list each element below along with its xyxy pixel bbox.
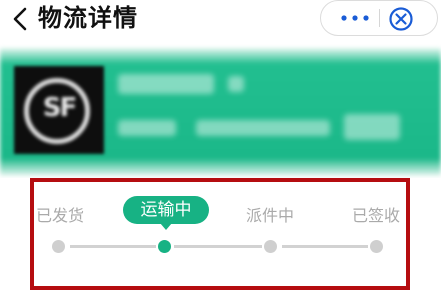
step-dot-in-transit (158, 240, 171, 253)
blurred-tracking-number (196, 120, 330, 136)
progress-line-segment (174, 245, 262, 248)
back-arrow-icon[interactable] (8, 6, 34, 32)
step-dot-out-for-delivery (264, 240, 277, 253)
shipping-progress-tracker: 已发货 运输中 派件中 已签收 (0, 178, 441, 300)
blurred-courier-name (118, 74, 214, 94)
step-label-in-transit: 运输中 (123, 196, 209, 230)
step-label-shipped: 已发货 (36, 206, 85, 225)
courier-logo-mark: SF (42, 93, 78, 123)
step-dot-delivered (370, 240, 383, 253)
step-label-delivered: 已签收 (352, 206, 401, 225)
package-info-banner[interactable]: SF (0, 44, 441, 178)
more-options-icon[interactable] (333, 1, 377, 35)
close-miniprogram-icon[interactable] (387, 5, 415, 33)
progress-line-segment (282, 245, 368, 248)
blurred-tracking-label (118, 120, 176, 136)
blurred-badge (228, 76, 244, 92)
page-title: 物流详情 (38, 4, 138, 32)
blurred-copy-button[interactable] (344, 114, 400, 140)
progress-line-segment (70, 245, 156, 248)
mini-program-capsule (320, 0, 438, 36)
step-dot-shipped (52, 240, 65, 253)
capsule-divider (379, 9, 380, 27)
nav-header: 物流详情 (0, 0, 441, 42)
highlight-frame (30, 178, 410, 290)
courier-logo: SF (14, 66, 104, 154)
step-label-out-for-delivery: 派件中 (246, 206, 295, 225)
